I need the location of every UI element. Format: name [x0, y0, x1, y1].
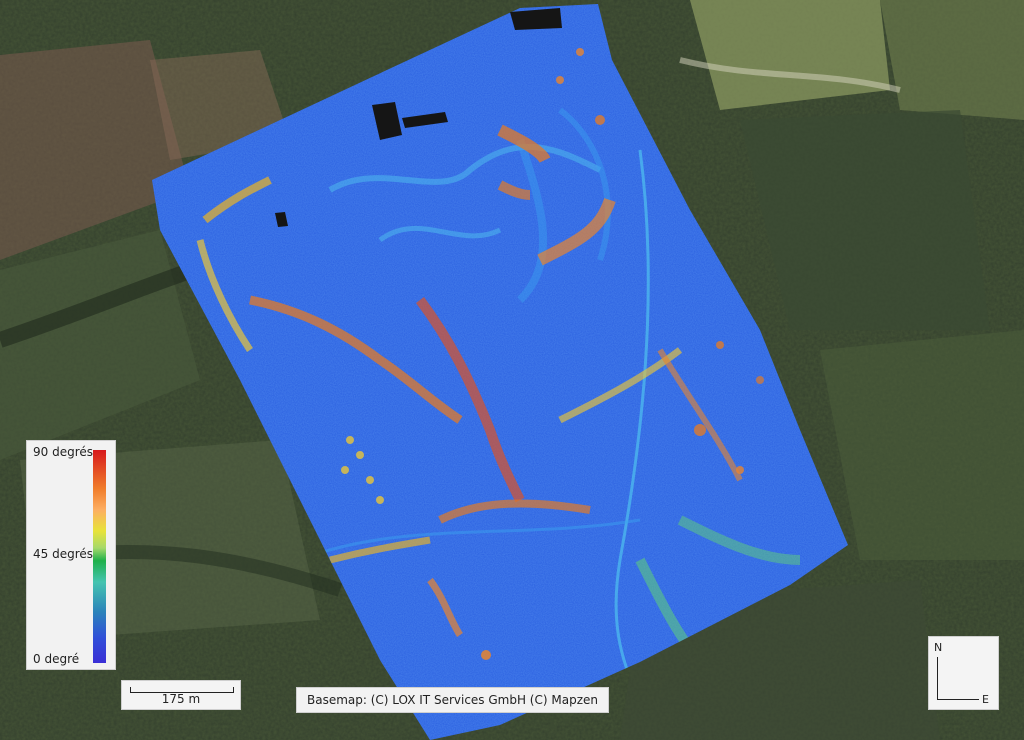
legend-max-label: 90 degrés: [33, 445, 94, 459]
basemap-attribution: Basemap: (C) LOX IT Services GmbH (C) Ma…: [296, 687, 609, 713]
north-axis-line: [937, 657, 938, 700]
map-svg: [0, 0, 1024, 740]
north-label: N: [934, 641, 943, 654]
legend-mid-label: 45 degrés: [33, 547, 94, 561]
legend-min-label: 0 degré: [33, 652, 80, 666]
field-patch: [880, 0, 1024, 120]
field-patch: [690, 0, 890, 110]
slope-legend: 90 degrés 45 degrés 0 degré: [26, 440, 116, 670]
scale-bar-label: 175 m: [161, 692, 201, 706]
map-canvas[interactable]: [0, 0, 1024, 740]
color-ramp: [93, 450, 106, 663]
north-arrow: N E: [928, 636, 999, 710]
east-axis-line: [937, 699, 979, 700]
east-label: E: [982, 693, 989, 706]
scale-bar: 175 m: [121, 680, 241, 710]
